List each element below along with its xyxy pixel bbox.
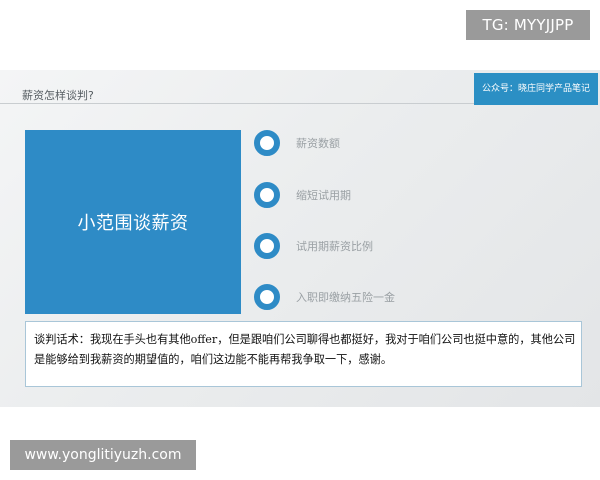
slide: 薪资怎样谈判? 公众号：晓庄同学产品笔记 小范围谈薪资 薪资数额 缩短试用期 试…	[0, 70, 600, 407]
topic-box: 小范围谈薪资	[25, 130, 241, 314]
bullet-item: 入职即缴纳五险一金	[254, 284, 395, 310]
ring-bullet-icon	[254, 284, 280, 310]
bullet-item: 试用期薪资比例	[254, 233, 373, 259]
watermark-site: www.yonglitiyuzh.com	[10, 440, 196, 470]
ring-bullet-icon	[254, 233, 280, 259]
bullet-item: 缩短试用期	[254, 182, 351, 208]
bullet-label: 缩短试用期	[296, 189, 351, 202]
title-divider	[0, 103, 474, 104]
ring-bullet-icon	[254, 130, 280, 156]
bullet-item: 薪资数额	[254, 130, 340, 156]
bullet-label: 入职即缴纳五险一金	[296, 291, 395, 304]
bullet-label: 薪资数额	[296, 137, 340, 150]
script-box: 谈判话术：我现在手头也有其他offer，但是跟咱们公司聊得也都挺好，我对于咱们公…	[25, 321, 582, 387]
topic-box-label: 小范围谈薪资	[77, 213, 189, 234]
ring-bullet-icon	[254, 182, 280, 208]
bullet-label: 试用期薪资比例	[296, 240, 373, 253]
slide-title: 薪资怎样谈判?	[22, 89, 94, 102]
account-tag: 公众号：晓庄同学产品笔记	[474, 73, 598, 105]
watermark-tg: TG: MYYJJPP	[466, 10, 590, 40]
script-text: 谈判话术：我现在手头也有其他offer，但是跟咱们公司聊得也都挺好，我对于咱们公…	[34, 333, 576, 366]
page: TG: MYYJJPP 薪资怎样谈判? 公众号：晓庄同学产品笔记 小范围谈薪资 …	[0, 0, 600, 480]
